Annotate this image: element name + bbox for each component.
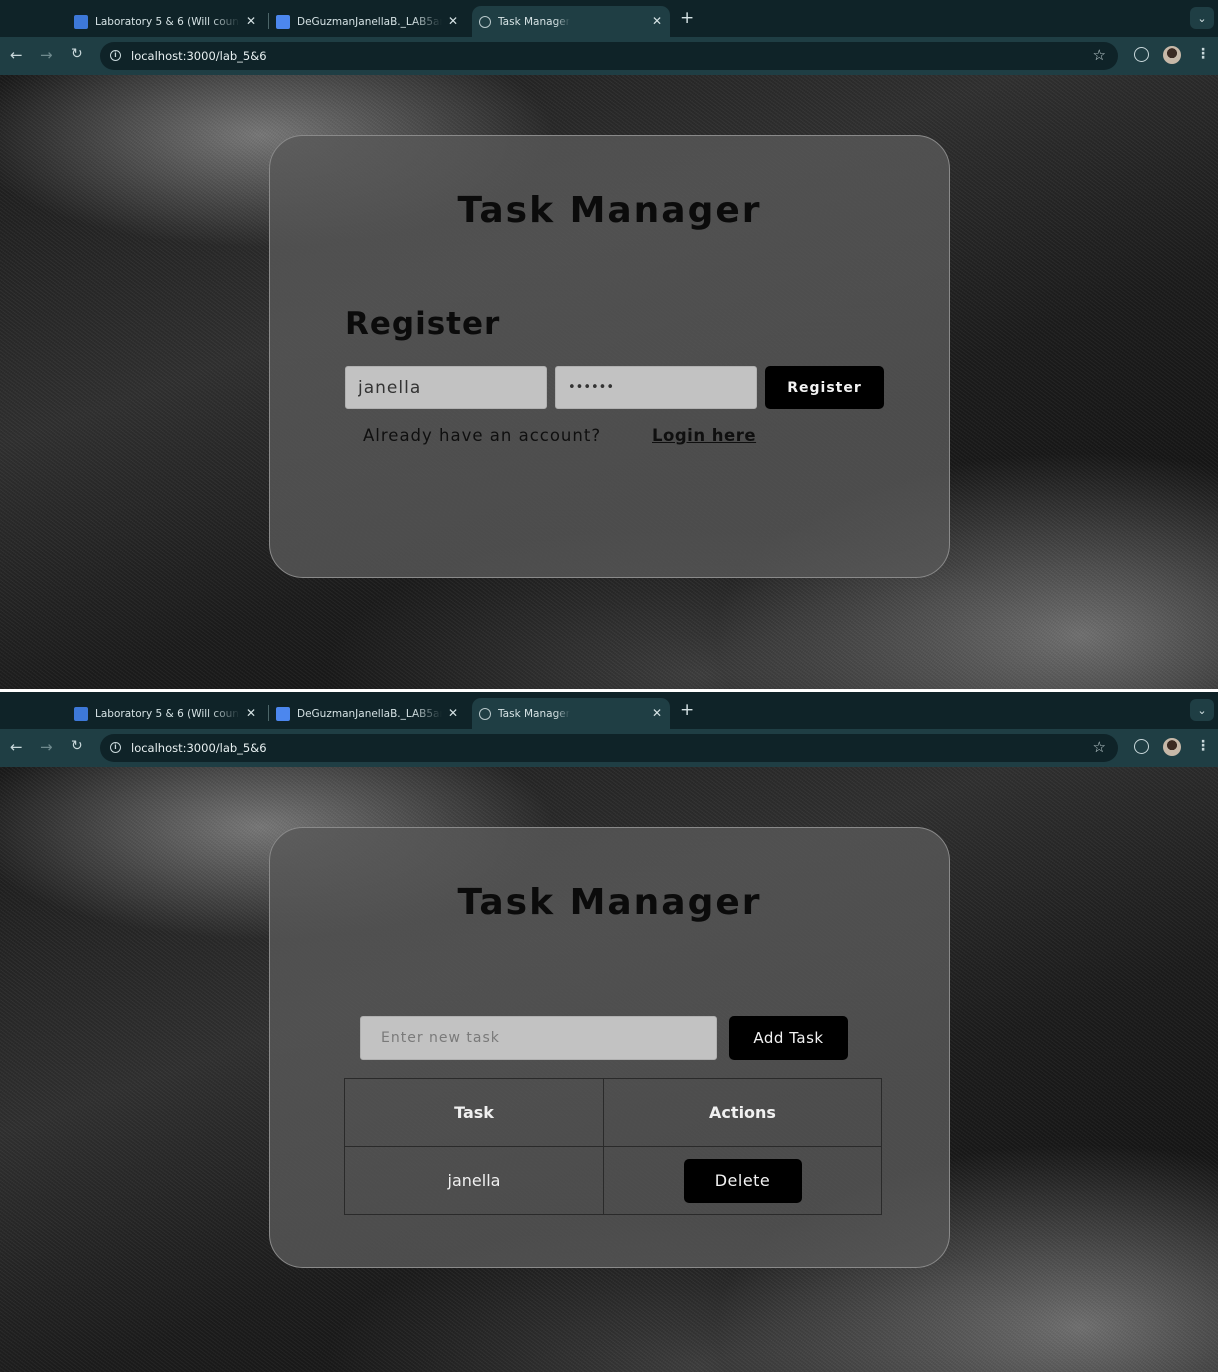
tab-label: Task Manager xyxy=(498,707,571,720)
google-docs-icon xyxy=(276,706,290,721)
globe-icon xyxy=(479,15,491,28)
menu-icon[interactable]: ⋮ xyxy=(1196,46,1210,62)
tab-strip: Laboratory 5 & 6 (Will count as Midterm … xyxy=(0,0,1218,37)
tab-classroom[interactable]: Laboratory 5 & 6 (Will count as Midterm … xyxy=(74,6,264,37)
tab-task-manager[interactable]: Task Manager ✕ xyxy=(472,6,670,37)
task-input[interactable] xyxy=(360,1016,717,1060)
tab-separator xyxy=(268,705,269,721)
register-heading: Register xyxy=(345,306,501,342)
column-header-task: Task xyxy=(344,1078,604,1147)
address-bar[interactable]: i localhost:3000/lab_5&6 ☆ xyxy=(100,734,1118,762)
new-tab-icon[interactable]: + xyxy=(680,700,694,720)
close-icon[interactable]: ✕ xyxy=(246,706,256,720)
address-bar[interactable]: i localhost:3000/lab_5&6 ☆ xyxy=(100,42,1118,70)
tab-label: DeGuzmanJanellaB._LAB5and6 xyxy=(297,707,442,720)
tab-task-manager[interactable]: Task Manager ✕ xyxy=(472,698,670,729)
tab-classroom[interactable]: Laboratory 5 & 6 (Will count as Midterm … xyxy=(74,698,264,729)
screenshot-register: Laboratory 5 & 6 (Will count as Midterm … xyxy=(0,0,1218,689)
tab-strip: Laboratory 5 & 6 (Will count as Midterm … xyxy=(0,692,1218,729)
extension-icon[interactable] xyxy=(1134,47,1149,62)
task-cell: janella xyxy=(344,1146,604,1215)
add-task-button[interactable]: Add Task xyxy=(729,1016,848,1060)
close-icon[interactable]: ✕ xyxy=(246,14,256,28)
google-classroom-icon xyxy=(74,706,88,721)
tab-label: Laboratory 5 & 6 (Will count as Midterm … xyxy=(95,707,240,720)
reload-icon[interactable]: ↻ xyxy=(71,46,83,62)
close-icon[interactable]: ✕ xyxy=(652,706,662,720)
page-background: Task Manager Register Register Already h… xyxy=(0,75,1218,689)
screenshot-tasks: Laboratory 5 & 6 (Will count as Midterm … xyxy=(0,692,1218,1372)
page-title: Task Manager xyxy=(457,882,762,923)
page-title: Task Manager xyxy=(457,190,762,231)
globe-icon xyxy=(479,707,491,720)
table-row: janella Delete xyxy=(344,1146,882,1215)
register-button[interactable]: Register xyxy=(765,366,884,409)
avatar[interactable] xyxy=(1163,46,1181,64)
task-card: Task Manager Add Task Task Actions janel… xyxy=(269,827,950,1268)
tab-label: Task Manager xyxy=(498,15,571,28)
tab-search-icon[interactable]: ⌄ xyxy=(1190,7,1214,29)
login-link[interactable]: Login here xyxy=(652,426,756,445)
close-icon[interactable]: ✕ xyxy=(448,706,458,720)
menu-icon[interactable]: ⋮ xyxy=(1196,738,1210,754)
tab-label: DeGuzmanJanellaB._LAB5and6 xyxy=(297,15,442,28)
url-text[interactable]: localhost:3000/lab_5&6 xyxy=(131,49,267,63)
tab-docs[interactable]: DeGuzmanJanellaB._LAB5and6 ✕ xyxy=(276,698,466,729)
tab-search-icon[interactable]: ⌄ xyxy=(1190,699,1214,721)
site-info-icon[interactable]: i xyxy=(110,742,121,753)
new-tab-icon[interactable]: + xyxy=(680,8,694,28)
close-icon[interactable]: ✕ xyxy=(448,14,458,28)
browser-toolbar: ← → ↻ i localhost:3000/lab_5&6 ☆ ⋮ xyxy=(0,729,1218,767)
username-input[interactable] xyxy=(345,366,547,409)
tab-docs[interactable]: DeGuzmanJanellaB._LAB5and6 ✕ xyxy=(276,6,466,37)
column-header-actions: Actions xyxy=(603,1078,882,1147)
reload-icon[interactable]: ↻ xyxy=(71,738,83,754)
google-docs-icon xyxy=(276,14,290,29)
forward-icon[interactable]: → xyxy=(40,46,53,64)
close-icon[interactable]: ✕ xyxy=(652,14,662,28)
password-input[interactable] xyxy=(555,366,757,409)
actions-cell: Delete xyxy=(603,1146,882,1215)
register-card: Task Manager Register Register Already h… xyxy=(269,135,950,578)
page-background: Task Manager Add Task Task Actions janel… xyxy=(0,767,1218,1372)
table-header-row: Task Actions xyxy=(344,1078,882,1147)
avatar[interactable] xyxy=(1163,738,1181,756)
back-icon[interactable]: ← xyxy=(10,738,23,756)
browser-toolbar: ← → ↻ i localhost:3000/lab_5&6 ☆ ⋮ xyxy=(0,37,1218,75)
site-info-icon[interactable]: i xyxy=(110,50,121,61)
account-prompt: Already have an account? xyxy=(363,426,602,445)
url-text[interactable]: localhost:3000/lab_5&6 xyxy=(131,741,267,755)
tab-separator xyxy=(268,13,269,29)
bookmark-star-icon[interactable]: ☆ xyxy=(1093,738,1106,756)
extension-icon[interactable] xyxy=(1134,739,1149,754)
back-icon[interactable]: ← xyxy=(10,46,23,64)
delete-button[interactable]: Delete xyxy=(683,1158,802,1203)
forward-icon[interactable]: → xyxy=(40,738,53,756)
tab-label: Laboratory 5 & 6 (Will count as Midterm … xyxy=(95,15,240,28)
bookmark-star-icon[interactable]: ☆ xyxy=(1093,46,1106,64)
task-table: Task Actions janella Delete xyxy=(344,1078,882,1215)
google-classroom-icon xyxy=(74,14,88,29)
